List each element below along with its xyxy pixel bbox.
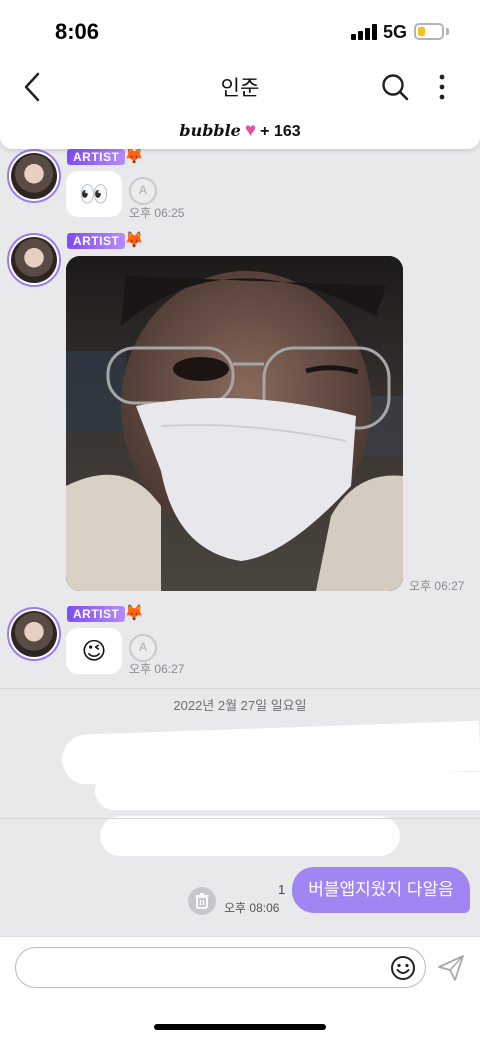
message-input[interactable]	[15, 947, 426, 988]
signal-icon	[351, 24, 377, 40]
bubble-plus-count: + 163	[260, 123, 301, 140]
message-time: 오후 06:27	[129, 662, 185, 676]
battery-cap	[446, 28, 449, 35]
home-indicator	[154, 1024, 326, 1030]
emoji-message[interactable]: 😉	[66, 628, 122, 674]
artist-badge: ARTIST	[67, 606, 126, 622]
status-time: 8:06	[55, 19, 100, 44]
artist-badge: ARTIST	[67, 149, 126, 165]
bubble-brand: bubble	[179, 121, 241, 140]
redaction-mark	[95, 772, 480, 810]
artist-avatar[interactable]	[7, 607, 61, 661]
network-type: 5G	[383, 22, 408, 42]
date-divider: 2022년 2월 27일 일요일	[0, 688, 480, 722]
bubble-subscription-bar[interactable]: bubble ♥ + 163	[0, 112, 480, 149]
photo-message[interactable]	[66, 256, 403, 591]
status-bar: 8:06 5G	[0, 0, 480, 62]
more-vertical-icon[interactable]	[430, 71, 454, 103]
redaction-mark	[100, 816, 400, 856]
battery-icon	[414, 23, 444, 40]
artist-badge: ARTIST	[67, 233, 126, 249]
chat-header: 인준	[0, 62, 480, 112]
reply-icon[interactable]	[129, 177, 157, 205]
artist-avatar[interactable]	[7, 233, 61, 287]
send-icon[interactable]	[436, 953, 466, 983]
fox-icon: 🦊	[124, 232, 144, 249]
smiley-icon[interactable]	[390, 955, 416, 981]
my-message[interactable]: 버블앱지웠지 다알음	[292, 867, 470, 913]
fox-icon: 🦊	[124, 148, 144, 165]
reply-icon[interactable]	[129, 634, 157, 662]
search-icon[interactable]	[380, 72, 410, 102]
input-area	[0, 936, 480, 1039]
heart-icon: ♥	[244, 120, 257, 141]
message-time: 오후 06:25	[129, 206, 185, 220]
message-time: 오후 06:27	[409, 579, 465, 593]
artist-avatar[interactable]	[7, 149, 61, 203]
divider-line	[0, 818, 480, 819]
read-count: 1	[278, 882, 286, 897]
message-time: 오후 08:06	[224, 901, 280, 915]
trash-icon[interactable]	[188, 887, 216, 915]
fox-icon: 🦊	[124, 605, 144, 622]
emoji-message[interactable]: 👀	[66, 171, 122, 217]
